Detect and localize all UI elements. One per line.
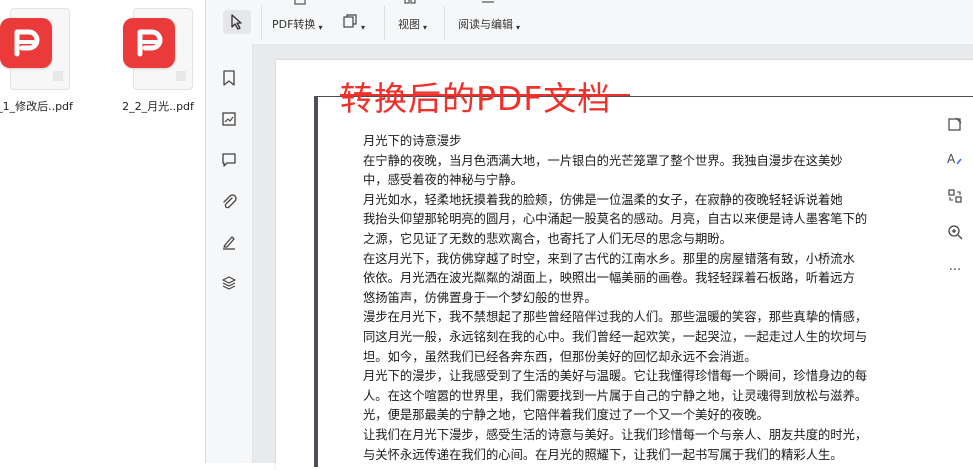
doc-line: 依依。月光洒在波光粼粼的湖面上，映照出一幅美丽的画卷。我轻轻踩着石板路，听着远方 xyxy=(363,271,855,286)
chevron-down-icon: ▾ xyxy=(516,23,521,32)
read-edit-icon xyxy=(480,0,496,4)
chevron-down-icon: ▾ xyxy=(318,23,323,32)
comment-icon[interactable] xyxy=(219,150,239,170)
edit-image-icon[interactable] xyxy=(945,114,965,134)
pdf-convert-button[interactable]: PDF转换 ▾ xyxy=(272,0,322,44)
more-icon[interactable]: ... xyxy=(945,256,965,276)
doc-line: 月光如水，轻柔地抚摸着我的脸颊，仿佛是一位温柔的女子，在寂静的夜晚轻轻诉说着她 xyxy=(363,192,843,207)
copy-page-icon xyxy=(342,13,358,32)
doc-line: 中，感受着夜的神秘与宁静。 xyxy=(363,173,523,188)
read-edit-menu-button[interactable]: 阅读与编辑 ▾ xyxy=(458,0,520,44)
doc-line: 在宁静的夜晚，当月色洒满大地，一片银白的光芒笼罩了整个世界。我独自漫步在这美妙 xyxy=(363,153,843,168)
right-tool-panel: A ... xyxy=(935,112,973,282)
doc-line: 我抬头仰望那轮明亮的圆月，心中涌起一股莫名的感动。月亮，自古以来便是诗人墨客笔下… xyxy=(363,212,868,227)
doc-line: 月光下的诗意漫步 xyxy=(363,134,462,148)
title-strikethrough xyxy=(340,94,630,96)
doc-line: 人。在这个喧嚣的世界里，我们需要找到一片属于自己的宁静之地，让灵魂得到放松与滋养… xyxy=(363,388,868,403)
doc-line: 之源，它见证了无数的悲欢离合，也寄托了人们无尽的思念与期盼。 xyxy=(363,231,732,246)
zoom-in-icon[interactable] xyxy=(945,222,965,242)
svg-text:A: A xyxy=(947,152,956,166)
doc-line: 悠扬笛声，仿佛置身于一个梦幻般的世界。 xyxy=(363,290,597,305)
pdf-file-icon xyxy=(123,0,193,92)
view-menu-button[interactable]: 视图 ▾ xyxy=(398,0,427,44)
copy-page-button[interactable]: ▾ xyxy=(342,0,365,44)
doc-line: 坦。如今，虽然我们已经各奔东西，但那份美好的回忆却永远不会消逝。 xyxy=(363,349,757,364)
attachment-icon[interactable] xyxy=(219,191,239,211)
doc-line: 同这月光一般，永远铭刻在我的心中。我们曾经一起欢笑，一起哭泣，一起走过人生的坎坷… xyxy=(363,329,868,344)
doc-line: 与关怀永远传递在我们的心间。在月光的照耀下，让我们一起书写属于我们的精彩人生。 xyxy=(363,447,843,462)
thumbnail-icon[interactable] xyxy=(219,109,239,129)
doc-line: 光，便是那最美的宁静之地，它陪伴着我们度过了一个又一个美好的夜晚。 xyxy=(363,408,769,423)
pdf-convert-label: PDF转换 xyxy=(272,18,316,31)
pdf-file-2[interactable]: 2_2_月光..pdf xyxy=(108,0,208,114)
overlay-title: 转换后的PDF文档 xyxy=(340,79,612,118)
read-edit-label: 阅读与编辑 xyxy=(458,18,513,31)
select-tool-button[interactable] xyxy=(223,10,251,34)
doc-line: 月光下的漫步，让我感受到了生活的美好与温暖。它让我懂得珍惜每一个瞬间，珍惜身边的… xyxy=(363,369,868,384)
document-text: 月光下的诗意漫步 在宁静的夜晚，当月色洒满大地，一片银白的光芒笼罩了整个世界。我… xyxy=(363,132,973,465)
text-edit-icon[interactable]: A xyxy=(945,149,965,169)
doc-line: 漫步在月光下，我不禁想起了那些曾经陪伴过我的人们。那些温暖的笑容，那些真挚的情感… xyxy=(363,310,868,325)
pdf-file-icon xyxy=(0,0,70,92)
chevron-down-icon: ▾ xyxy=(361,23,366,32)
chevron-down-icon: ▾ xyxy=(423,23,428,32)
doc-line: 让我们在月光下漫步，感受生活的诗意与美好。让我们珍惜每一个与亲人、朋友共度的时光… xyxy=(363,427,868,442)
bookmark-icon[interactable] xyxy=(219,68,239,88)
doc-line: 在这月光下，我仿佛穿越了时空，来到了古代的江南水乡。那里的房屋错落有致，小桥流水 xyxy=(363,251,855,266)
file-name: 2_2_月光..pdf xyxy=(122,100,194,113)
layers-icon[interactable] xyxy=(219,273,239,293)
compare-icon[interactable] xyxy=(945,186,965,206)
toolbar: PDF转换 ▾ ▾ 视图 ▾ 阅读与编辑 ▾ xyxy=(206,0,973,45)
left-sidebar xyxy=(206,44,253,463)
cursor-icon xyxy=(231,14,242,30)
file-name: _1_修改后..pdf xyxy=(0,100,73,113)
sign-icon[interactable] xyxy=(219,232,239,252)
desktop-area: _1_修改后..pdf 2_2_月光..pdf xyxy=(0,0,205,463)
pdf-convert-icon xyxy=(294,0,306,5)
view-label: 视图 xyxy=(398,18,420,31)
pdf-file-1[interactable]: _1_修改后..pdf xyxy=(0,0,85,114)
view-icon xyxy=(404,0,416,4)
